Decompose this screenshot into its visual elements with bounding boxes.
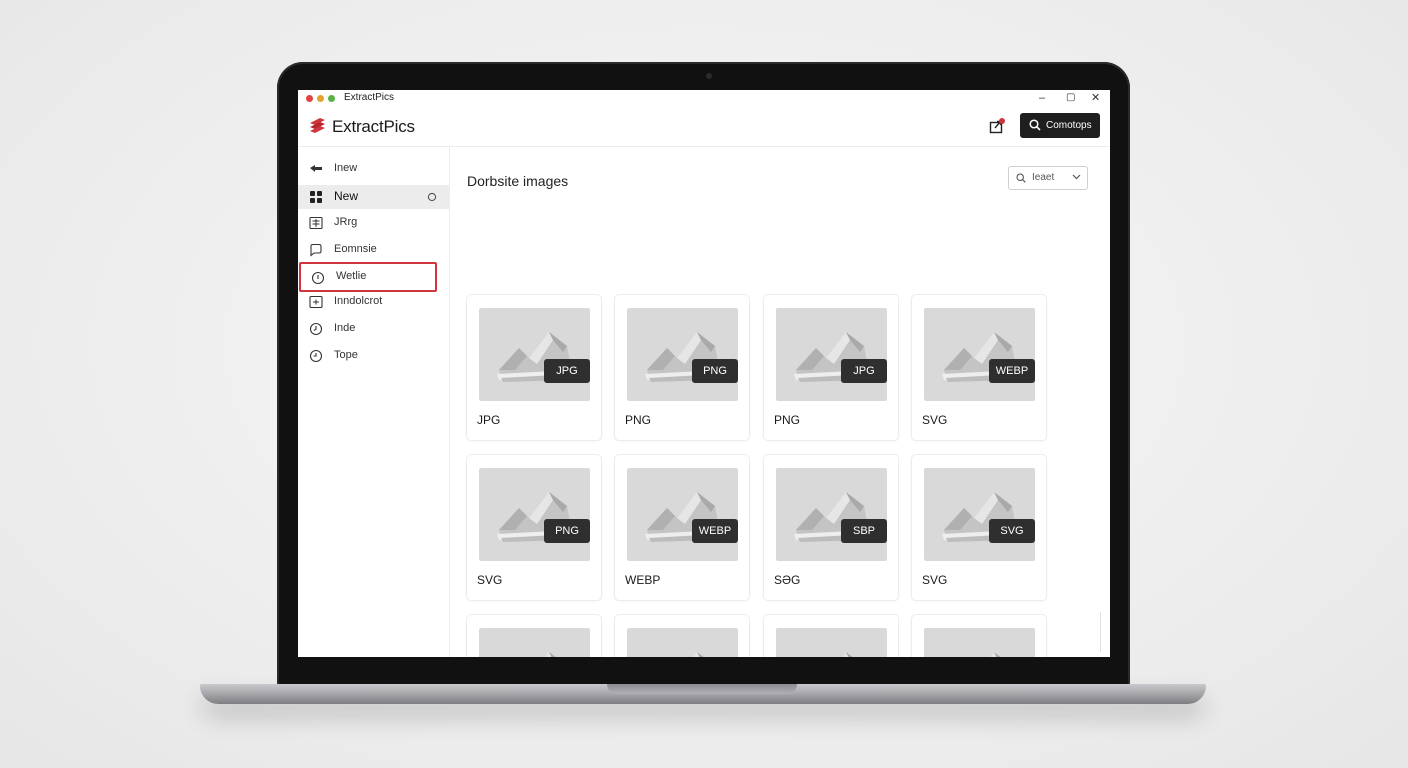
app-window: ExtractPics – ▢ ✕ ExtractPics Comotops I… <box>298 90 1110 657</box>
image-card[interactable]: SVG <box>912 615 1046 657</box>
loading-icon <box>427 192 437 202</box>
format-badge: SBP <box>841 519 887 543</box>
minimize-button[interactable]: – <box>1039 90 1045 106</box>
main-content: Dorbsite images Ieaet JPG JPG PNG PNG JPG PNG… <box>450 147 1110 657</box>
filter-label: Ieaet <box>1032 172 1055 183</box>
sidebar-item-tope[interactable]: Tope <box>298 344 449 368</box>
image-card[interactable]: PNGSVG <box>615 615 749 657</box>
minimize-window-dot[interactable] <box>317 95 324 102</box>
camera <box>706 73 712 79</box>
image-thumbnail[interactable]: SVG <box>924 628 1035 657</box>
image-thumbnail[interactable]: WEBP <box>627 468 738 561</box>
sidebar-item-eomnsie[interactable]: Eomnsie <box>298 238 449 262</box>
close-button[interactable]: ✕ <box>1091 90 1100 106</box>
image-thumbnail[interactable]: SVG <box>924 468 1035 561</box>
sidebar: Inew New JRrg Eomnsie Wetlie Inndolcrot … <box>298 147 450 657</box>
title-bar: ExtractPics – ▢ ✕ <box>298 90 1110 106</box>
format-badge: PNG <box>692 359 738 383</box>
image-placeholder-icon <box>842 652 853 657</box>
extractpics-logo-icon <box>310 118 325 133</box>
image-thumbnail[interactable]: JPG <box>479 308 590 401</box>
sidebar-item-inew[interactable]: Inew <box>298 157 449 181</box>
image-thumbnail[interactable]: SVG <box>776 628 887 657</box>
action-button[interactable]: Comotops <box>1020 113 1100 138</box>
search-icon <box>1016 173 1026 183</box>
app-header: ExtractPics Comotops <box>298 106 1110 147</box>
format-badge: SVG <box>989 519 1035 543</box>
image-card[interactable]: PNG SVG <box>467 455 601 600</box>
image-card[interactable]: SVGSVG <box>764 615 898 657</box>
format-badge: WEBP <box>989 359 1035 383</box>
clock-icon <box>311 271 325 285</box>
sidebar-item-new[interactable]: New <box>298 185 449 209</box>
search-icon <box>1029 119 1041 131</box>
image-thumbnail[interactable]: JPG <box>776 308 887 401</box>
plus-box-icon <box>309 295 323 309</box>
image-thumbnail[interactable]: PNG <box>479 468 590 561</box>
grid-icon <box>310 191 322 203</box>
restore-button[interactable]: ▢ <box>1066 90 1075 106</box>
card-label: WEBP <box>625 573 661 587</box>
clock-icon <box>309 349 323 363</box>
sidebar-item-inndolcrot[interactable]: Inndolcrot <box>298 290 449 314</box>
image-card[interactable]: JPGSVG <box>467 615 601 657</box>
card-label: JPG <box>477 413 501 427</box>
share-icon[interactable] <box>989 118 1005 134</box>
sidebar-item-label: Inde <box>334 322 356 334</box>
card-label: SVG <box>922 573 948 587</box>
image-card[interactable]: JPG JPG <box>467 295 601 440</box>
clock-icon <box>309 322 323 336</box>
card-label: PNG <box>625 413 652 427</box>
filter-select[interactable]: Ieaet <box>1008 166 1088 190</box>
sidebar-item-wetlie[interactable]: Wetlie <box>299 262 437 292</box>
image-thumbnail[interactable]: PNG <box>627 308 738 401</box>
sidebar-item-label: Tope <box>334 349 358 361</box>
image-card[interactable]: WEBP SVG <box>912 295 1046 440</box>
arrow-back-icon <box>310 165 322 172</box>
format-badge: WEBP <box>692 519 738 543</box>
sidebar-item-label: JRrg <box>334 216 358 228</box>
image-card[interactable]: PNG PNG <box>615 295 749 440</box>
image-thumbnail[interactable]: PNG <box>627 628 738 657</box>
page-title: Dorbsite images <box>467 173 569 189</box>
list-icon <box>309 216 323 230</box>
scrollbar[interactable] <box>1100 612 1101 652</box>
image-card[interactable]: JPG PNG <box>764 295 898 440</box>
sidebar-item-label: Inndolcrot <box>334 295 383 307</box>
image-card[interactable]: SBP SƏG <box>764 455 898 600</box>
brand-name: ExtractPics <box>332 117 415 136</box>
image-thumbnail[interactable]: SBP <box>776 468 887 561</box>
sidebar-item-jrrg[interactable]: JRrg <box>298 211 449 235</box>
sidebar-item-label: Wetlie <box>336 270 367 282</box>
sidebar-item-label: Inew <box>334 162 358 174</box>
image-placeholder-icon <box>545 652 556 657</box>
image-thumbnail[interactable]: JPG <box>479 628 590 657</box>
window-title: ExtractPics <box>344 92 395 103</box>
card-label: SƏG <box>774 573 801 587</box>
sidebar-item-inde[interactable]: Inde <box>298 317 449 341</box>
card-label: PNG <box>774 413 801 427</box>
maximize-window-dot[interactable] <box>328 95 335 102</box>
action-button-label: Comotops <box>1046 120 1092 131</box>
sidebar-item-label: New <box>334 189 359 203</box>
sidebar-item-label: Eomnsie <box>334 243 377 255</box>
laptop-notch <box>607 684 797 694</box>
card-label: SVG <box>477 573 503 587</box>
close-window-dot[interactable] <box>306 95 313 102</box>
format-badge: JPG <box>544 359 590 383</box>
format-badge: PNG <box>544 519 590 543</box>
image-card[interactable]: WEBP WEBP <box>615 455 749 600</box>
chevron-down-icon <box>1072 174 1081 180</box>
chat-icon <box>310 243 322 257</box>
format-badge: JPG <box>841 359 887 383</box>
card-label: SVG <box>922 413 948 427</box>
image-thumbnail[interactable]: WEBP <box>924 308 1035 401</box>
image-placeholder-icon <box>693 652 704 657</box>
image-card[interactable]: SVG SVG <box>912 455 1046 600</box>
image-placeholder-icon <box>990 652 1001 657</box>
